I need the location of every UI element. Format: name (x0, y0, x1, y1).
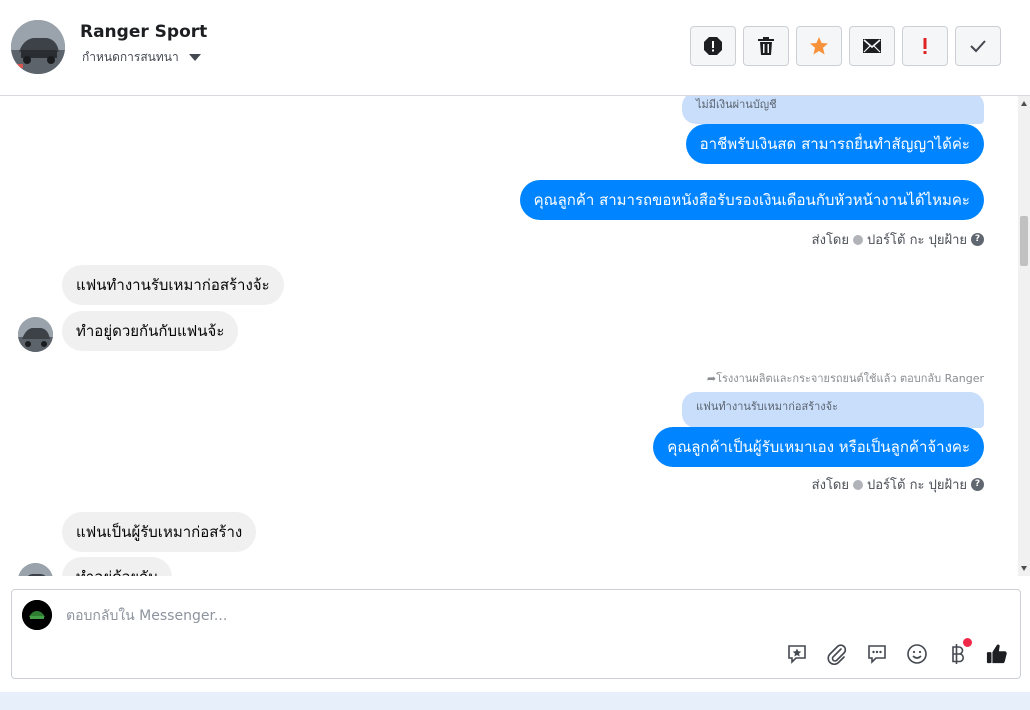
incoming-message[interactable]: แฟนทำงานรับเหมาก่อสร้างจ้ะ (62, 265, 284, 305)
incoming-message[interactable]: แฟนเป็นผู้รับเหมาก่อสร้าง (62, 512, 257, 552)
sent-by-label: ส่งโดย (811, 233, 849, 248)
saved-reply-button[interactable] (786, 642, 808, 666)
conversation-settings-dropdown[interactable]: กำหนดการสนทนา (82, 48, 201, 67)
outgoing-message[interactable]: คุณลูกค้าเป็นผู้รับเหมาเอง หรือเป็นลูกค้… (653, 427, 984, 467)
thread-scrollbar[interactable] (1018, 96, 1030, 576)
like-button[interactable] (986, 642, 1008, 666)
reply-input[interactable] (66, 604, 766, 628)
attachment-icon (827, 644, 847, 665)
reply-arrow-icon: ➦ (706, 372, 717, 385)
notification-dot (963, 638, 972, 647)
like-icon (986, 644, 1007, 664)
sent-by-label: ส่งโดย (811, 478, 849, 493)
quoted-message: ไม่มีเงินผ่านบัญชี (682, 96, 984, 124)
footer-bar (0, 692, 1030, 710)
conversation-header: Ranger Sport กำหนดการสนทนา (0, 0, 1030, 96)
sender-name: ปอร์โต้ กะ ปุยฝ้าย (867, 233, 967, 248)
contact-avatar[interactable] (11, 20, 65, 74)
page-avatar (22, 600, 52, 630)
quick-reply-button[interactable] (866, 642, 888, 666)
outgoing-message[interactable]: คุณลูกค้า สามารถขอหนังสือรับรองเงินเดือน… (519, 180, 984, 220)
outgoing-message[interactable]: อาชีพรับเงินสด สามารถยื่นทำสัญญาได้ค่ะ (685, 124, 984, 164)
envelope-icon (863, 39, 881, 53)
reply-note-text: โรงงานผลิตและกระจายรถยนต์ใช้แล้ว ตอบกลับ… (716, 372, 984, 385)
exclamation-icon (923, 38, 927, 54)
trash-icon (758, 37, 774, 55)
verified-dot-icon (853, 479, 863, 490)
verified-dot-icon (853, 234, 863, 245)
check-icon (970, 40, 986, 53)
header-toolbar (690, 26, 1001, 66)
contact-avatar-small (18, 563, 53, 576)
payment-button[interactable] (946, 638, 972, 666)
delete-button[interactable] (743, 26, 789, 66)
reply-note: ➦โรงงานผลิตและกระจายรถยนต์ใช้แล้ว ตอบกลั… (707, 369, 984, 387)
contact-name: Ranger Sport (80, 22, 208, 42)
scroll-down-arrow-icon[interactable] (1021, 566, 1027, 571)
chat-bubble-icon (868, 645, 886, 664)
composer-toolbar (786, 638, 1008, 666)
emoji-icon (907, 644, 927, 664)
incoming-message[interactable]: ทำอยู่ด้วยกัน (62, 557, 173, 576)
sender-name: ปอร์โต้ กะ ปุยฝ้าย (867, 478, 967, 493)
star-icon (810, 37, 828, 55)
saved-reply-icon (788, 645, 806, 664)
conversation-settings-label: กำหนดการสนทนา (82, 50, 179, 64)
scrollbar-thumb[interactable] (1020, 216, 1028, 266)
attach-button[interactable] (826, 642, 848, 666)
caret-down-icon (188, 54, 201, 61)
emoji-button[interactable] (906, 642, 928, 666)
message-composer (11, 589, 1021, 679)
baht-icon (952, 644, 964, 664)
contact-avatar-small (18, 317, 53, 352)
quoted-message: แฟนทำงานรับเหมาก่อสร้างจ้ะ (682, 392, 984, 428)
sent-by-info: ส่งโดย ปอร์โต้ กะ ปุยฝ้าย ? (812, 229, 984, 250)
incoming-message[interactable]: ทำอยู่ดวยกันกับแฟนจ้ะ (62, 311, 239, 351)
report-button[interactable] (690, 26, 736, 66)
scroll-up-arrow-icon[interactable] (1021, 101, 1027, 106)
help-icon[interactable]: ? (971, 478, 984, 491)
message-thread[interactable]: ไม่มีเงินผ่านบัญชี อาชีพรับเงินสด สามารถ… (0, 96, 1018, 576)
mail-button[interactable] (849, 26, 895, 66)
important-button[interactable] (902, 26, 948, 66)
star-button[interactable] (796, 26, 842, 66)
sent-by-info: ส่งโดย ปอร์โต้ กะ ปุยฝ้าย ? (812, 474, 984, 495)
alert-circle-icon (704, 37, 722, 55)
done-button[interactable] (955, 26, 1001, 66)
help-icon[interactable]: ? (971, 233, 984, 246)
